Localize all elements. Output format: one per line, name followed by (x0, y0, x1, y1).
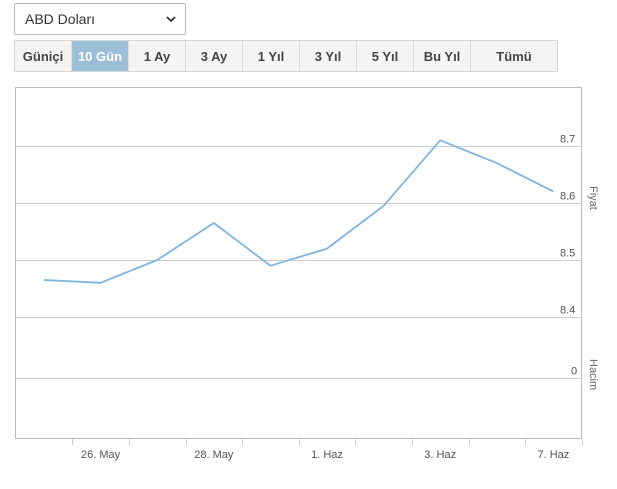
price-chart: 8.4 8.5 8.6 8.7 26. May 28. May 1. Haz 3. Haz 7… (15, 87, 599, 461)
x-tick-label: 1. Haz (311, 449, 343, 461)
y-axis-ticks: 8.4 8.5 8.6 8.7 (560, 134, 575, 317)
x-tick-label: 7. Haz (538, 449, 570, 461)
y-axis-title: Fiyat (587, 186, 599, 210)
price-series-line (43, 139, 554, 284)
y-tick-label: 8.7 (560, 134, 575, 146)
volume-axis-title: Hacim (587, 359, 599, 390)
grid-lines (16, 146, 581, 379)
x-tick-label: 28. May (194, 449, 234, 461)
y-tick-label: 8.6 (560, 191, 575, 203)
x-tick-label: 3. Haz (424, 449, 456, 461)
x-tick-label: 26. May (81, 449, 121, 461)
volume-tick-0: 0 (571, 366, 577, 378)
x-axis-ticks: 26. May 28. May 1. Haz 3. Haz 7. Haz (72, 439, 583, 461)
price-series-points (43, 140, 554, 283)
plot-frame (15, 87, 582, 439)
y-tick-label: 8.4 (560, 305, 575, 317)
y-tick-label: 8.5 (560, 248, 575, 260)
